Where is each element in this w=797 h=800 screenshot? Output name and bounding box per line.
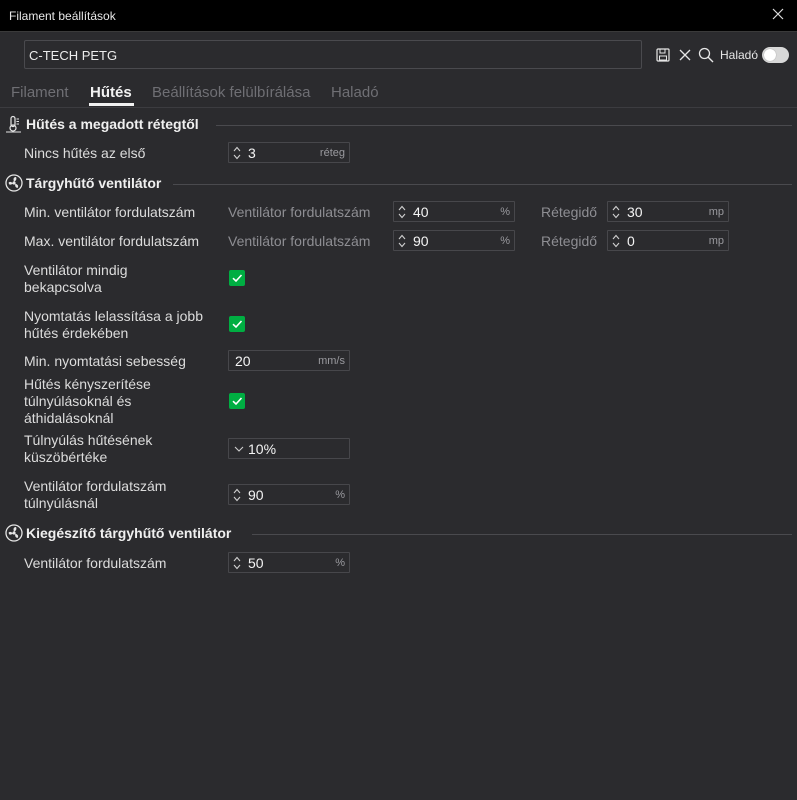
fan-icon — [5, 174, 23, 192]
checkmark-icon — [232, 397, 243, 406]
force-cooling-label-line1: Hűtés kényszerítése — [24, 376, 151, 392]
fan-icon — [5, 524, 23, 542]
active-tab-indicator — [89, 103, 134, 106]
max-fan-layer-time-label: Rétegidő — [541, 233, 598, 249]
section-title: Tárgyhűtő ventilátor — [26, 175, 162, 191]
field-unit: réteg — [319, 147, 345, 159]
overhang-fan-label-line1: Ventilátor fordulatszám — [24, 478, 167, 494]
field-value: 90 — [248, 487, 264, 503]
min-fan-label: Min. ventilátor fordulatszám — [24, 204, 196, 220]
spin-arrows-icon[interactable] — [232, 555, 242, 571]
overhang-fan-label-line2: túlnyúlásnál — [24, 495, 98, 511]
section-title: Hűtés a megadott rétegtől — [26, 116, 199, 132]
field-value: 0 — [627, 233, 635, 249]
min-print-speed-input[interactable]: 20 mm/s — [228, 350, 350, 371]
overhang-threshold-label-line2: küszöbértéke — [24, 449, 108, 465]
tab-setting-overrides[interactable]: Beállítások felülbírálása — [152, 84, 310, 101]
fan-always-on-label-line2: bekapcsolva — [24, 279, 102, 295]
min-print-speed-label: Min. nyomtatási sebesség — [24, 353, 186, 369]
aux-fan-speed-input[interactable]: 50 % — [228, 552, 350, 573]
fan-always-on-label-line1: Ventilátor mindig — [24, 262, 128, 278]
tab-advanced[interactable]: Haladó — [331, 84, 379, 101]
search-icon[interactable] — [698, 47, 714, 63]
tab-cooling[interactable]: Hűtés — [90, 84, 132, 101]
field-unit: % — [500, 206, 510, 218]
field-value: 10% — [248, 441, 277, 457]
field-value: 20 — [235, 353, 251, 369]
field-unit: % — [335, 489, 345, 501]
slow-down-label-line2: hűtés érdekében — [24, 325, 129, 341]
chevron-down-icon[interactable] — [234, 444, 244, 454]
no-cooling-layers-input[interactable]: 3 réteg — [228, 142, 350, 163]
no-cooling-label: Nincs hűtés az első — [24, 145, 146, 161]
field-unit: mm/s — [318, 355, 345, 367]
field-value: 90 — [413, 233, 429, 249]
spin-arrows-icon[interactable] — [397, 204, 407, 220]
max-fan-layer-time-input[interactable]: 0 mp — [607, 230, 729, 251]
force-cooling-label-line2: túlnyúlásoknál és — [24, 393, 132, 409]
min-fan-speed-label: Ventilátor fordulatszám — [228, 204, 371, 220]
advanced-toggle[interactable] — [762, 47, 789, 63]
aux-fan-speed-label: Ventilátor fordulatszám — [24, 555, 167, 571]
max-fan-speed-label: Ventilátor fordulatszám — [228, 233, 371, 249]
tab-filament[interactable]: Filament — [11, 84, 69, 101]
field-unit: % — [335, 557, 345, 569]
field-unit: mp — [708, 235, 724, 247]
advanced-toggle-label: Haladó — [720, 48, 759, 62]
field-value: 50 — [248, 555, 264, 571]
section-title: Kiegészítő tárgyhűtő ventilátor — [26, 525, 232, 541]
spin-arrows-icon[interactable] — [232, 487, 242, 503]
checkmark-icon — [232, 274, 243, 283]
preset-name-field[interactable]: C-TECH PETG — [24, 40, 642, 69]
spin-arrows-icon[interactable] — [611, 204, 621, 220]
force-cooling-checkbox[interactable] — [229, 393, 245, 409]
overhang-threshold-label-line1: Túlnyúlás hűtésének — [24, 432, 153, 448]
spin-arrows-icon[interactable] — [611, 233, 621, 249]
thermometer-icon — [6, 115, 21, 133]
spin-arrows-icon[interactable] — [232, 145, 242, 161]
save-icon[interactable] — [656, 48, 670, 62]
field-value: 40 — [413, 204, 429, 220]
slow-down-label-line1: Nyomtatás lelassítása a jobb — [24, 308, 203, 324]
field-unit: % — [500, 235, 510, 247]
field-unit: mp — [708, 206, 724, 218]
min-fan-layer-time-input[interactable]: 30 mp — [607, 201, 729, 222]
window-title: Filament beállítások — [9, 9, 116, 23]
close-icon[interactable] — [769, 5, 787, 23]
section-divider — [216, 125, 792, 126]
checkmark-icon — [232, 320, 243, 329]
force-cooling-label-line3: áthidalásoknál — [24, 410, 114, 426]
field-value: 30 — [627, 204, 643, 220]
field-value: 3 — [248, 145, 256, 161]
tabs-divider — [0, 107, 797, 108]
section-aux-fan: Kiegészítő tárgyhűtő ventilátor — [5, 524, 792, 544]
overhang-threshold-select[interactable]: 10% — [228, 438, 350, 459]
min-fan-layer-time-label: Rétegidő — [541, 204, 598, 220]
spin-arrows-icon[interactable] — [397, 233, 407, 249]
min-fan-speed-input[interactable]: 40 % — [393, 201, 515, 222]
overhang-fan-speed-input[interactable]: 90 % — [228, 484, 350, 505]
section-part-fan: Tárgyhűtő ventilátor — [5, 174, 792, 194]
section-divider — [173, 184, 792, 185]
section-cooling-layer: Hűtés a megadott rétegtől — [5, 115, 792, 135]
section-divider — [252, 534, 792, 535]
tab-bar: Filament Hűtés Beállítások felülbírálása… — [0, 84, 797, 104]
max-fan-speed-input[interactable]: 90 % — [393, 230, 515, 251]
fan-always-on-checkbox[interactable] — [229, 270, 245, 286]
window-titlebar: Filament beállítások — [0, 0, 797, 32]
preset-name-text: C-TECH PETG — [29, 48, 118, 63]
toggle-knob — [764, 49, 776, 61]
discard-icon[interactable] — [678, 48, 692, 62]
slow-down-checkbox[interactable] — [229, 316, 245, 332]
max-fan-label: Max. ventilátor fordulatszám — [24, 233, 200, 249]
